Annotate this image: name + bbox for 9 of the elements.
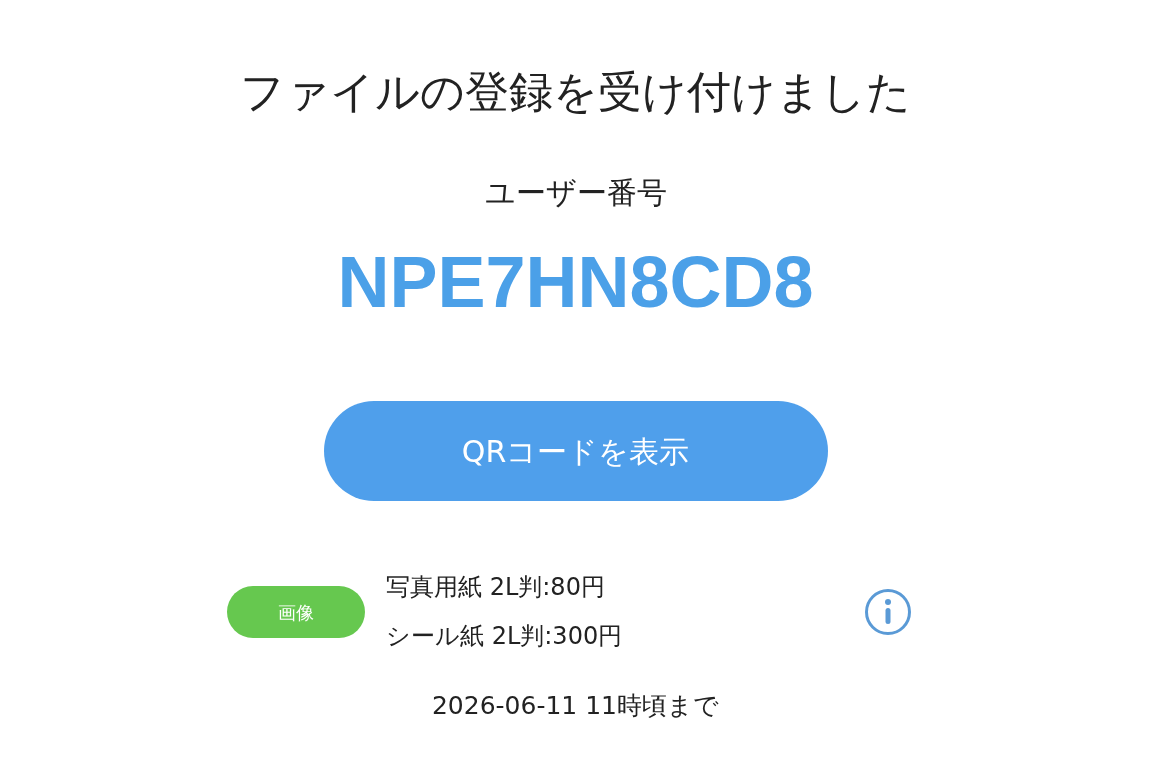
file-type-tag: 画像 bbox=[227, 586, 365, 639]
deadline-text: 2026-06-11 11時頃まで bbox=[431, 691, 719, 722]
price-text: 写真用紙 2L判:80円 bbox=[386, 572, 606, 604]
user-number-label: ユーザー番号 bbox=[484, 174, 667, 211]
user-number-value: NPE7HN8CD8 bbox=[337, 240, 814, 324]
info-icon[interactable] bbox=[865, 589, 911, 636]
price-text: シール紙 2L判:300円 bbox=[386, 621, 624, 653]
page-title: ファイルの登録を受け付けました bbox=[240, 66, 911, 119]
show-qr-button[interactable]: QRコードを表示 bbox=[323, 401, 828, 502]
